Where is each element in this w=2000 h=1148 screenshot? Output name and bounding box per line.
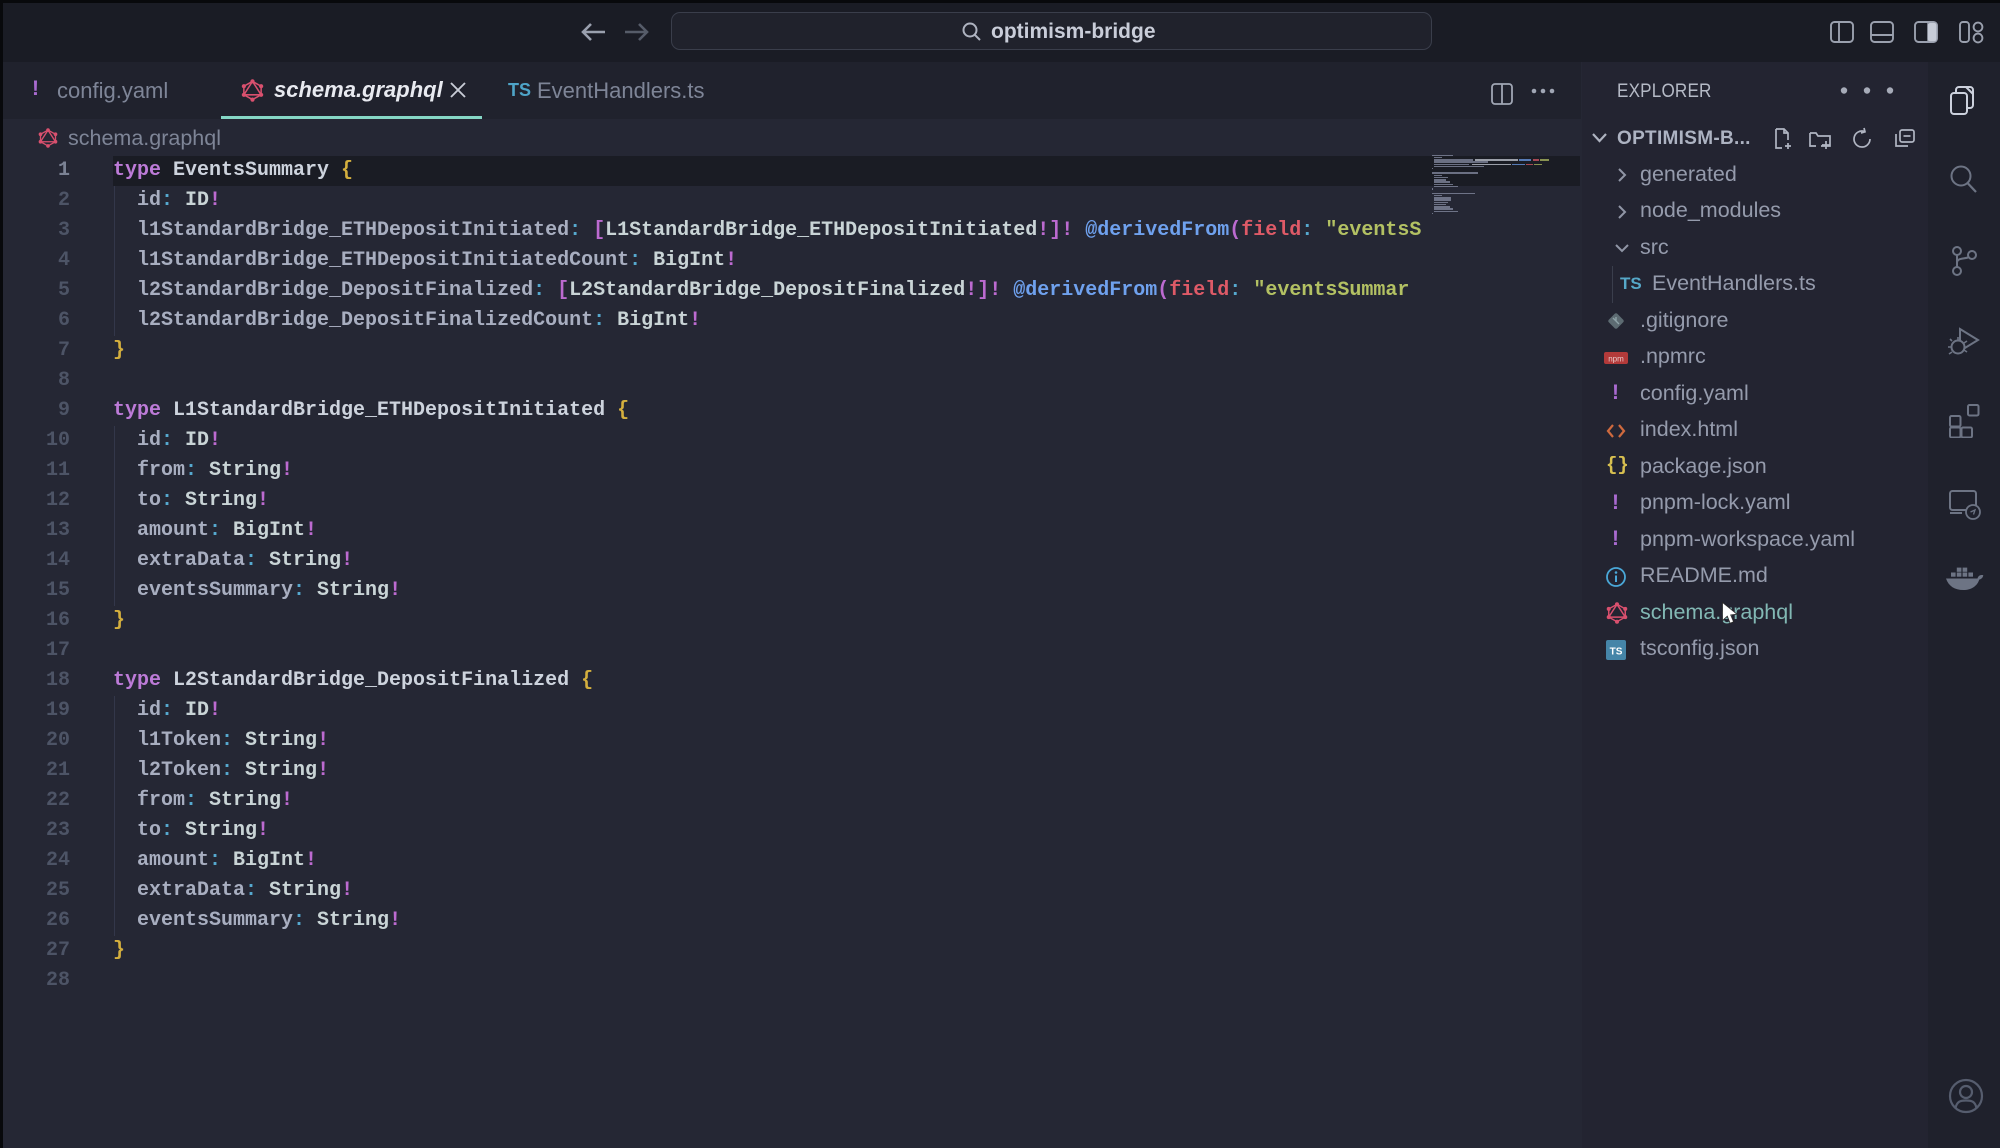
svg-text:npm: npm — [1608, 354, 1624, 363]
svg-text:TS: TS — [1610, 646, 1623, 657]
